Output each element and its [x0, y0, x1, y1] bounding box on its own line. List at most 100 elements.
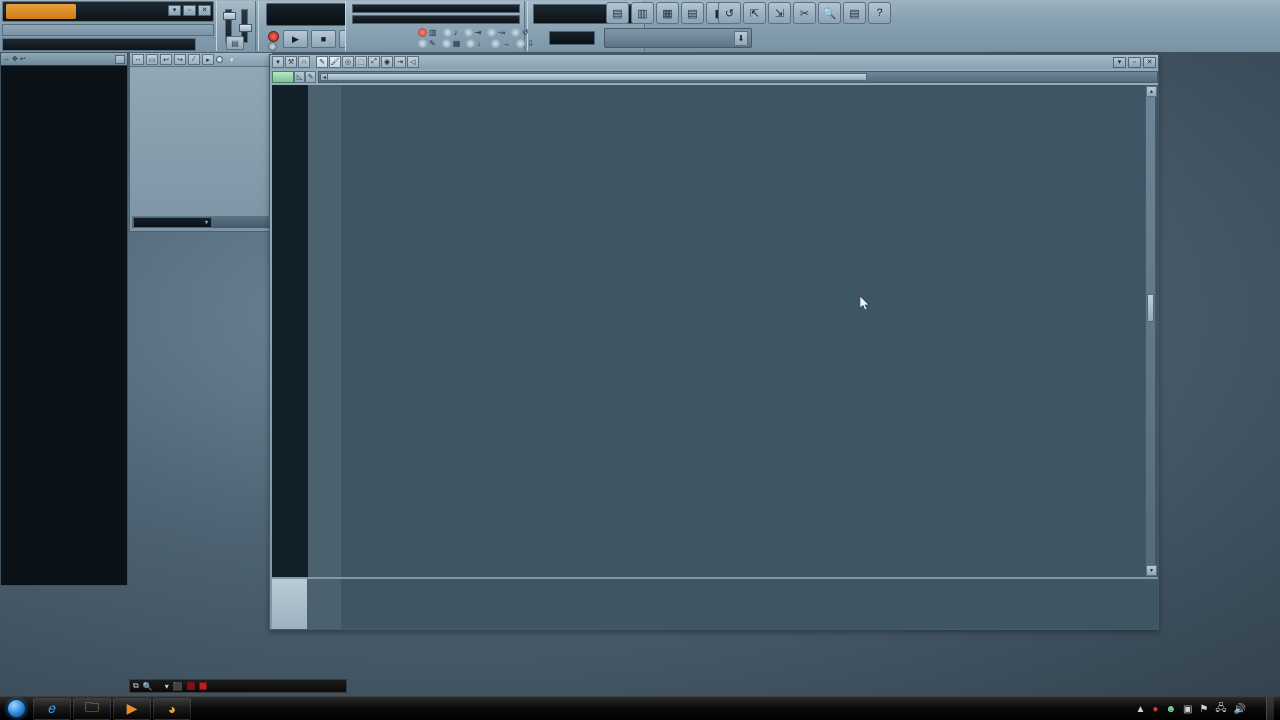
undo-icon[interactable]: ↺ — [718, 2, 741, 24]
save-icon[interactable]: ⇱ — [743, 2, 766, 24]
camera-icon[interactable]: ⬛ — [173, 682, 183, 691]
piano-keyboard[interactable] — [272, 85, 308, 577]
fl-studio-icon: ◕ — [167, 700, 177, 717]
record-option-6[interactable]: ✎ — [418, 39, 436, 48]
scroll-up-icon[interactable]: ▴ — [1146, 86, 1157, 97]
notes-icon[interactable]: ▤ — [843, 2, 866, 24]
news-download-icon[interactable]: ⬇ — [734, 31, 748, 46]
update-icon[interactable]: ▣ — [1183, 704, 1192, 715]
maximize-icon[interactable]: ▫ — [183, 5, 196, 16]
draw-icon[interactable]: ✎ — [316, 56, 328, 68]
chevron-down-icon[interactable]: ▾ — [230, 56, 234, 64]
step-sequencer-icon[interactable]: ▥ — [631, 2, 654, 24]
edit-tool-icon[interactable]: ✎ — [305, 71, 316, 83]
tools-shortcuts-group: ↺ ⇱ ⇲ ✂ 🔍 ▤ ? — [718, 2, 891, 24]
slice-icon[interactable]: ⇥ — [394, 56, 406, 68]
browser-move-icon[interactable]: ✥ — [12, 55, 18, 63]
show-hidden-icon[interactable]: ▲ — [1135, 704, 1145, 715]
velocity-grid[interactable] — [308, 579, 1158, 629]
chevron-down-icon[interactable]: ▾ — [165, 682, 169, 691]
start-button[interactable] — [1, 698, 31, 720]
select-icon[interactable]: ⬚ — [355, 56, 367, 68]
taskbar-item-media-player[interactable]: ▶ — [113, 697, 151, 720]
piano-roll-grid[interactable] — [308, 85, 1142, 577]
show-desktop-button[interactable] — [1266, 697, 1274, 720]
playlist-icon[interactable]: ▤ — [606, 2, 629, 24]
master-volume-knob[interactable] — [223, 12, 236, 20]
volume-icon[interactable]: 🔊 — [1234, 704, 1246, 715]
wrench-icon[interactable]: ⚒ — [285, 56, 297, 68]
master-pitch-knob[interactable] — [239, 24, 252, 32]
browser-panel: ↔ ✥ ↩ — [0, 52, 128, 586]
zoom-icon[interactable]: 🔍 — [818, 2, 841, 24]
rack-play-icon[interactable]: ▸ — [202, 54, 214, 65]
vertical-scrollbar[interactable]: ▴ ▾ — [1145, 85, 1157, 577]
record-option-10[interactable]: ⇩ — [516, 39, 534, 48]
help-icon[interactable]: ? — [868, 2, 891, 24]
zoom-icon[interactable]: ⤢ — [368, 56, 380, 68]
browser-tree[interactable] — [1, 66, 127, 585]
taskbar-item-fl-studio[interactable]: ◕ — [153, 697, 191, 720]
maximize-icon[interactable]: ▫ — [1128, 57, 1141, 68]
velocity-label-column — [272, 579, 308, 629]
mute-icon[interactable]: ◉ — [381, 56, 393, 68]
browser-back-icon[interactable]: ↩ — [20, 55, 26, 63]
tools-icon[interactable]: ✂ — [793, 2, 816, 24]
vertical-scroll-thumb[interactable] — [1147, 294, 1154, 322]
record-mode-icon[interactable] — [268, 42, 277, 51]
metronome-icon[interactable]: ▤ — [226, 36, 244, 50]
snap-quantize-selector[interactable] — [549, 31, 595, 45]
record-option-1[interactable]: ▥ — [418, 28, 437, 37]
close-icon[interactable]: ✕ — [1143, 57, 1156, 68]
velocity-editor[interactable] — [272, 579, 1158, 629]
record-indicator-icon[interactable] — [268, 31, 279, 42]
scroll-down-icon[interactable]: ▾ — [1146, 565, 1157, 576]
play-button[interactable]: ▶ — [283, 30, 308, 48]
record-option-5[interactable]: ↺ — [510, 28, 529, 37]
rack-resize-icon[interactable]: ↔ — [132, 54, 144, 65]
rack-redo-icon[interactable]: ↪ — [174, 54, 186, 65]
taskbar-item-internet-explorer[interactable]: 𝑒 — [33, 697, 71, 720]
magnet-icon[interactable]: ∩ — [298, 56, 310, 68]
record-button[interactable] — [198, 682, 207, 690]
record-option-7[interactable]: ▦ — [441, 39, 460, 48]
minimize-icon[interactable]: ▾ — [1113, 57, 1126, 68]
keyboard-preview-icon[interactable] — [272, 71, 294, 83]
browser-resize-icon[interactable]: ↔ — [3, 56, 10, 63]
rack-detach-icon[interactable]: ▭ — [146, 54, 158, 65]
screen-root: ▾ ▫ ✕ ▤ ▶ ■ ▥ ♪ ⇥ ↝ ↺ ✎ ▦ ♩ → ⇩ ⬇ ▤ ▥ ▦ … — [0, 0, 1280, 720]
playback-icon[interactable]: ◁ — [407, 56, 419, 68]
online-news-banner[interactable]: ⬇ — [604, 28, 752, 48]
piano-roll-icon[interactable]: ▦ — [656, 2, 679, 24]
rack-swing-icon[interactable]: ⁄ — [188, 54, 200, 65]
minimize-icon[interactable]: ▾ — [168, 5, 181, 16]
stop-recording-button[interactable] — [186, 682, 195, 690]
record-option-9[interactable]: → — [491, 39, 510, 48]
taskbar-item-explorer[interactable]: 🗀 — [73, 697, 111, 720]
stop-button[interactable]: ■ — [311, 30, 336, 48]
browser-icon[interactable]: ▤ — [681, 2, 704, 24]
piano-roll-grid-wrapper[interactable] — [308, 85, 1158, 577]
record-option-2[interactable]: ♪ — [442, 28, 458, 37]
paint-icon[interactable]: 🖌 — [329, 56, 341, 68]
close-icon[interactable]: ✕ — [198, 5, 211, 16]
windowed-icon[interactable]: ⧉ — [133, 681, 139, 691]
horizontal-scroll-thumb[interactable] — [327, 73, 867, 81]
recorder-icon[interactable]: ● — [1152, 704, 1158, 715]
rack-undo-icon[interactable]: ↩ — [160, 54, 172, 65]
media-player-icon: ▶ — [126, 700, 138, 716]
network-icon[interactable]: 🖧 — [1215, 701, 1226, 718]
messenger-icon[interactable]: ☻ — [1165, 704, 1176, 715]
menu-icon[interactable]: ▾ — [272, 56, 284, 68]
flag-icon[interactable]: ⚑ — [1199, 704, 1208, 715]
delete-icon[interactable]: ◎ — [342, 56, 354, 68]
record-option-8[interactable]: ♩ — [466, 39, 485, 48]
velocity-tool-icon[interactable]: ◺ — [294, 71, 305, 83]
record-option-4[interactable]: ↝ — [487, 28, 505, 37]
record-option-3[interactable]: ⇥ — [463, 28, 481, 37]
channel-filter-select[interactable]: ▾ — [133, 216, 212, 228]
export-icon[interactable]: ⇲ — [768, 2, 791, 24]
horizontal-scrollbar[interactable]: ◂ — [318, 71, 1158, 83]
close-icon[interactable] — [115, 54, 125, 64]
zoom-icon[interactable]: 🔍 — [143, 682, 153, 691]
